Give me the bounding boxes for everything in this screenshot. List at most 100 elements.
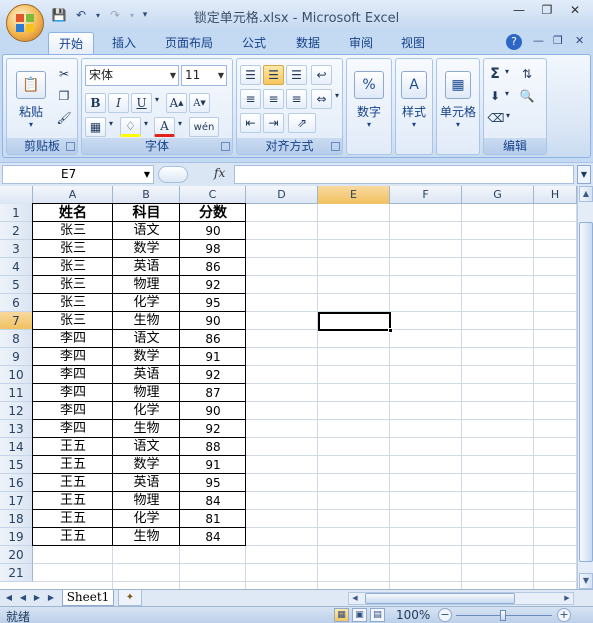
- table-cell[interactable]: 87: [180, 384, 246, 402]
- table-cell[interactable]: 98: [180, 240, 246, 258]
- phonetic-guide-icon[interactable]: wén: [189, 117, 219, 137]
- table-cell[interactable]: 李四: [33, 420, 113, 438]
- table-cell[interactable]: 90: [180, 312, 246, 330]
- merge-dropdown-icon[interactable]: ▾: [333, 91, 341, 100]
- minimize-icon[interactable]: —: [505, 0, 533, 20]
- office-button[interactable]: [6, 4, 44, 42]
- row-header-17[interactable]: 17: [0, 492, 33, 510]
- horizontal-scrollbar[interactable]: ◀ ▶: [348, 592, 574, 605]
- column-header-c[interactable]: C: [180, 186, 246, 204]
- table-cell[interactable]: 语文: [113, 438, 180, 456]
- table-cell[interactable]: 李四: [33, 366, 113, 384]
- sort-filter-icon[interactable]: ⇅: [516, 65, 538, 83]
- table-cell[interactable]: 李四: [33, 348, 113, 366]
- row-header-2[interactable]: 2: [0, 222, 33, 240]
- font-color-dropdown-icon[interactable]: ▾: [176, 119, 184, 128]
- italic-icon[interactable]: I: [108, 93, 129, 113]
- underline-dropdown-icon[interactable]: ▾: [153, 95, 161, 104]
- autosum-dropdown-icon[interactable]: ▾: [503, 67, 511, 76]
- table-cell[interactable]: 李四: [33, 384, 113, 402]
- column-header-f[interactable]: F: [390, 186, 462, 204]
- number-button[interactable]: % 数字 ▾: [349, 63, 389, 137]
- formula-bar-splitter[interactable]: [158, 166, 188, 183]
- column-header-b[interactable]: B: [113, 186, 180, 204]
- horizontal-scroll-thumb[interactable]: [365, 593, 515, 604]
- table-cell[interactable]: 物理: [113, 492, 180, 510]
- row-header-18[interactable]: 18: [0, 510, 33, 528]
- fill-dropdown-icon[interactable]: ▾: [503, 89, 511, 98]
- worksheet-grid[interactable]: ABCDEFGH 1 2 3 4 5 6 7 8 9 10 11 12 13 14 15 16 17 18 19 20…: [0, 186, 577, 589]
- row-header-10[interactable]: 10: [0, 366, 33, 384]
- table-cell[interactable]: 张三: [33, 222, 113, 240]
- last-sheet-icon[interactable]: ▶: [45, 592, 57, 604]
- formula-input[interactable]: [234, 165, 574, 184]
- table-cell[interactable]: 95: [180, 294, 246, 312]
- increase-font-icon[interactable]: A ▲: [166, 93, 187, 113]
- row-header-8[interactable]: 8: [0, 330, 33, 348]
- alignment-launcher-icon[interactable]: [331, 142, 340, 151]
- align-right-icon[interactable]: ≡: [286, 89, 307, 109]
- row-header-13[interactable]: 13: [0, 420, 33, 438]
- row-header-11[interactable]: 11: [0, 384, 33, 402]
- fill-icon[interactable]: ⬇: [488, 87, 502, 105]
- tab-view[interactable]: 视图: [389, 32, 437, 54]
- merge-center-icon[interactable]: ⇔: [311, 89, 332, 109]
- cut-icon[interactable]: ✂: [55, 65, 73, 83]
- copy-icon[interactable]: ❐: [55, 87, 73, 105]
- orientation-icon[interactable]: ⇗: [288, 113, 316, 133]
- row-header-12[interactable]: 12: [0, 402, 33, 420]
- row-header-6[interactable]: 6: [0, 294, 33, 312]
- scroll-right-icon[interactable]: ▶: [561, 593, 573, 604]
- row-header-5[interactable]: 5: [0, 276, 33, 294]
- insert-sheet-icon[interactable]: ✦: [118, 590, 142, 606]
- table-cell[interactable]: 88: [180, 438, 246, 456]
- tab-formulas[interactable]: 公式: [230, 32, 278, 54]
- name-box-dropdown-icon[interactable]: ▼: [144, 166, 150, 183]
- paste-button[interactable]: 📋 粘贴 ▾: [11, 65, 51, 135]
- table-cell[interactable]: 91: [180, 348, 246, 366]
- clear-icon[interactable]: ⌫: [488, 109, 505, 127]
- font-size-dropdown-icon[interactable]: ▼: [218, 66, 224, 85]
- table-cell[interactable]: 李四: [33, 330, 113, 348]
- tab-review[interactable]: 审阅: [337, 32, 385, 54]
- column-header-d[interactable]: D: [246, 186, 318, 204]
- styles-button[interactable]: A 样式 ▾: [396, 63, 432, 137]
- row-header-1[interactable]: 1: [0, 204, 33, 222]
- autosum-icon[interactable]: Σ: [488, 65, 502, 83]
- workbook-close-icon[interactable]: ✕: [575, 34, 584, 47]
- table-cell[interactable]: 92: [180, 276, 246, 294]
- fill-handle[interactable]: [388, 328, 393, 333]
- table-cell[interactable]: 81: [180, 510, 246, 528]
- row-header-9[interactable]: 9: [0, 348, 33, 366]
- tab-page-layout[interactable]: 页面布局: [155, 32, 223, 54]
- fill-color-icon[interactable]: ♢: [120, 117, 141, 137]
- table-cell[interactable]: 英语: [113, 258, 180, 276]
- borders-dropdown-icon[interactable]: ▾: [107, 119, 115, 128]
- scroll-left-icon[interactable]: ◀: [349, 593, 361, 604]
- table-cell[interactable]: 数学: [113, 456, 180, 474]
- scroll-down-icon[interactable]: ▼: [579, 573, 593, 589]
- align-bottom-icon[interactable]: ☰: [286, 65, 307, 85]
- select-all-corner[interactable]: [0, 186, 33, 204]
- table-cell[interactable]: 张三: [33, 312, 113, 330]
- table-cell[interactable]: 86: [180, 330, 246, 348]
- table-header-cell[interactable]: 分数: [180, 204, 246, 222]
- scroll-up-icon[interactable]: ▲: [579, 186, 593, 202]
- align-middle-icon[interactable]: ☰: [263, 65, 284, 85]
- table-cell[interactable]: 84: [180, 492, 246, 510]
- decrease-indent-icon[interactable]: ⇤: [240, 113, 261, 133]
- table-cell[interactable]: 91: [180, 456, 246, 474]
- normal-view-icon[interactable]: ▦: [334, 608, 349, 622]
- vertical-scrollbar[interactable]: ▲ ▼: [577, 186, 593, 589]
- zoom-out-icon[interactable]: −: [438, 608, 452, 622]
- name-box[interactable]: E7 ▼: [2, 165, 154, 184]
- row-header-15[interactable]: 15: [0, 456, 33, 474]
- row-header-3[interactable]: 3: [0, 240, 33, 258]
- table-cell[interactable]: 数学: [113, 348, 180, 366]
- table-cell[interactable]: 王五: [33, 510, 113, 528]
- table-cell[interactable]: 语文: [113, 222, 180, 240]
- ribbon-minimize-icon[interactable]: —: [533, 34, 544, 47]
- table-cell[interactable]: 王五: [33, 438, 113, 456]
- align-center-icon[interactable]: ≡: [263, 89, 284, 109]
- table-cell[interactable]: 95: [180, 474, 246, 492]
